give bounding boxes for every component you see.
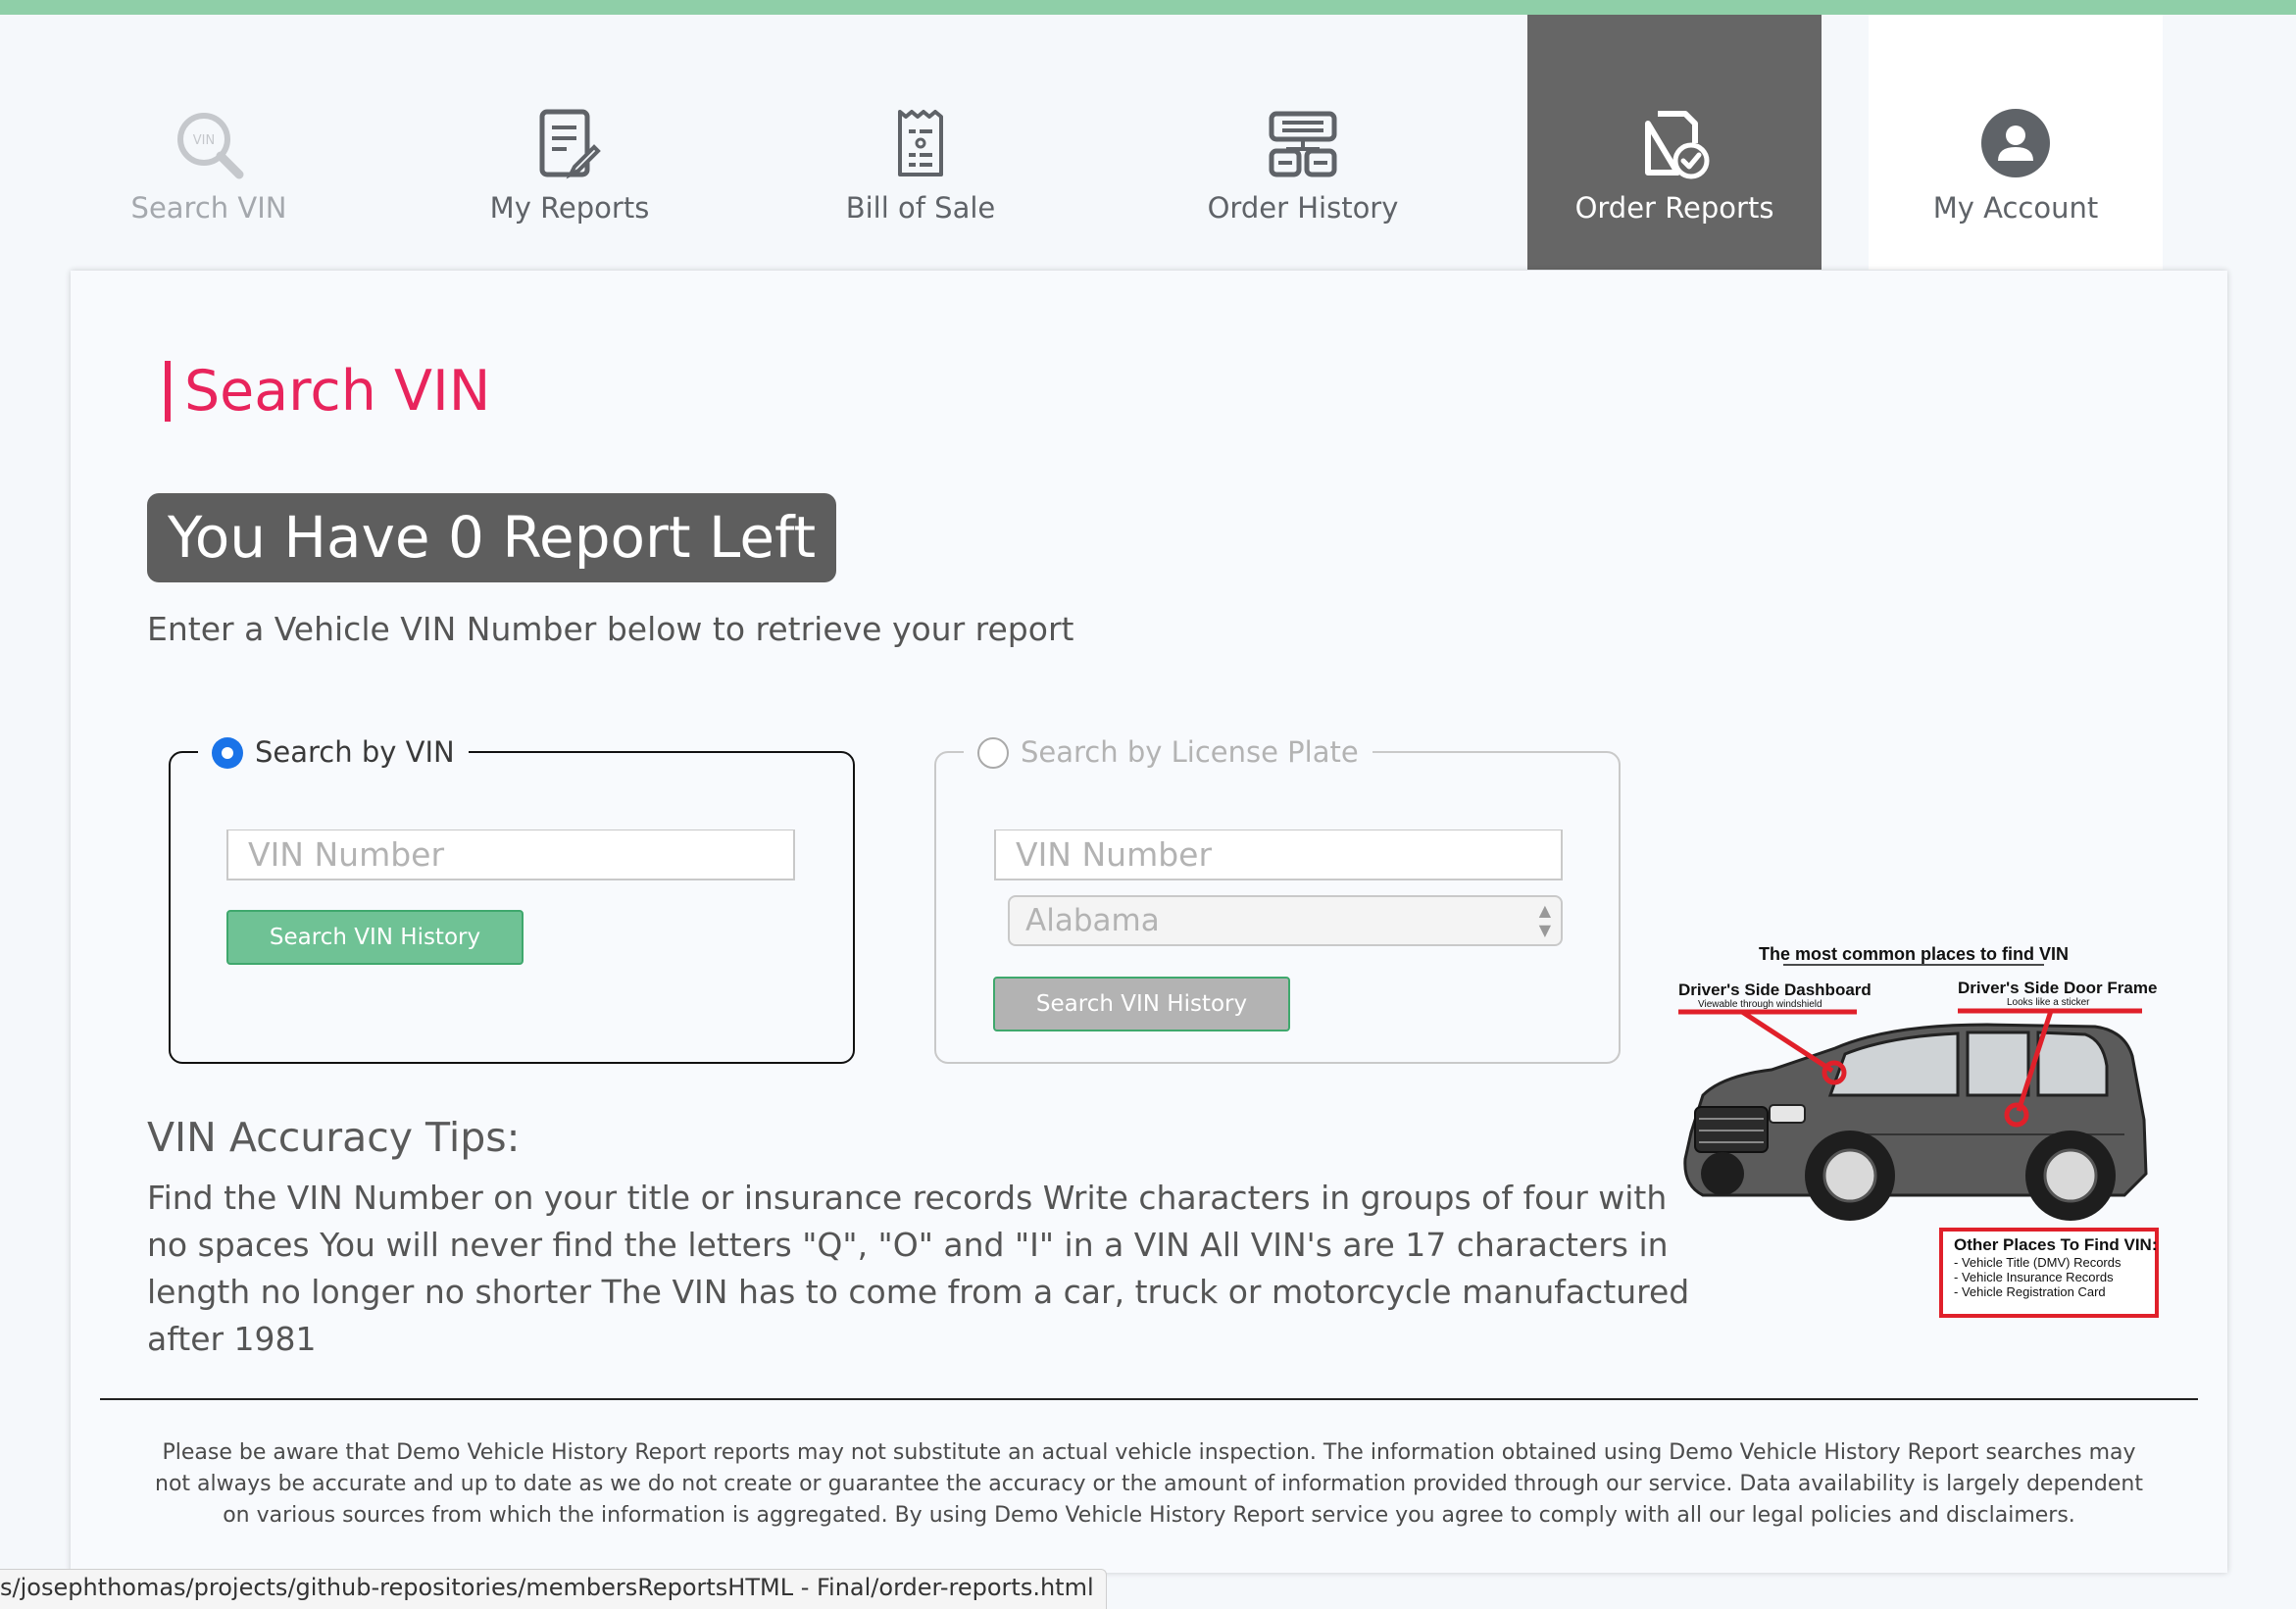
nav-label: Order History (1207, 191, 1399, 225)
state-select[interactable]: Alabama ▲ ▼ (1008, 895, 1563, 946)
nav-label: Search VIN (130, 191, 287, 225)
other-place-item: - Vehicle Insurance Records (1954, 1270, 2114, 1284)
reports-left-badge: You Have 0 Report Left (147, 493, 837, 582)
nav-order-reports[interactable]: Order Reports (1527, 15, 1822, 270)
footer-divider (100, 1398, 2198, 1400)
nav-label: Bill of Sale (845, 191, 996, 225)
plate-search-vin-history-button[interactable]: Search VIN History (993, 977, 1290, 1031)
search-by-vin-option[interactable]: Search by VIN (198, 732, 469, 772)
tips-text: Find the VIN Number on your title or ins… (147, 1179, 1690, 1358)
nav-my-account[interactable]: My Account (1869, 15, 2163, 270)
nav-search-vin[interactable]: VIN Search VIN (98, 15, 320, 270)
search-by-plate-option[interactable]: Search by License Plate (964, 732, 1373, 772)
top-accent-bar (0, 0, 2296, 15)
search-by-vin-panel: Search by VIN (169, 732, 855, 1064)
nav-label: Order Reports (1574, 191, 1774, 225)
search-by-plate-label: Search by License Plate (1021, 735, 1359, 769)
suv-car-icon (1683, 1023, 2148, 1221)
other-places-title: Other Places To Find VIN: (1954, 1235, 2158, 1254)
nav-my-reports[interactable]: My Reports (461, 15, 678, 270)
vin-locations-illustration: The most common places to find VIN Drive… (1678, 944, 2159, 1318)
dashboard-sublabel: Viewable through windshield (1698, 999, 1822, 1010)
browser-status-bar: s/josephthomas/projects/github-repositor… (0, 1569, 1107, 1609)
other-place-item: - Vehicle Registration Card (1954, 1284, 2106, 1299)
dashboard-label: Driver's Side Dashboard (1678, 980, 1872, 999)
select-arrows-icon: ▲ ▼ (1538, 901, 1551, 939)
plate-radio-button[interactable] (977, 737, 1009, 769)
user-avatar-icon (1980, 108, 2051, 185)
state-select-value: Alabama (1025, 903, 1160, 938)
vin-radio-button[interactable] (212, 737, 243, 769)
order-reports-icon (1638, 108, 1711, 187)
nav-label: My Reports (489, 191, 650, 225)
figure-title: The most common places to find VIN (1759, 944, 2069, 964)
other-place-item: - Vehicle Title (DMV) Records (1954, 1255, 2121, 1270)
main-card: Search VIN You Have 0 Report Left Enter … (71, 271, 2227, 1573)
order-history-icon (1267, 108, 1339, 187)
nav-bill-of-sale[interactable]: Bill of Sale (810, 15, 1031, 270)
search-vin-history-button[interactable]: Search VIN History (226, 910, 524, 965)
door-frame-sublabel: Looks like a sticker (2007, 997, 2090, 1008)
nav-order-history[interactable]: Order History (1186, 15, 1420, 270)
door-frame-label: Driver's Side Door Frame (1958, 979, 2157, 997)
report-edit-icon (537, 108, 602, 187)
instructions-text: Enter a Vehicle VIN Number below to retr… (147, 610, 1074, 648)
disclaimer-text: Please be aware that Demo Vehicle Histor… (155, 1440, 2143, 1528)
receipt-icon (894, 108, 947, 187)
nav-label: My Account (1932, 191, 2099, 225)
page-title: Search VIN (165, 361, 490, 422)
search-by-vin-label: Search by VIN (255, 735, 455, 769)
vin-number-input[interactable] (226, 830, 795, 880)
tips-title: VIN Accuracy Tips: (147, 1114, 521, 1161)
svg-text:VIN: VIN (193, 133, 215, 148)
search-vin-icon: VIN (173, 108, 245, 187)
plate-vin-number-input[interactable] (994, 830, 1563, 880)
